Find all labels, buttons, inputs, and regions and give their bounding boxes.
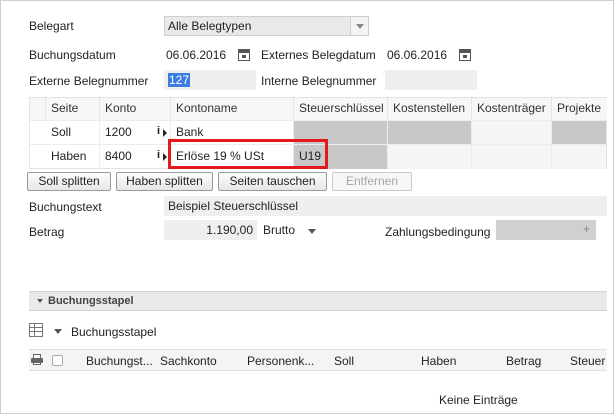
grid-header-kostentraeger: Kostenträger [472,98,552,120]
betrag-input[interactable]: 1.190,00 [164,220,257,240]
row-konto[interactable]: 1200 [100,121,171,145]
grid-view-icon[interactable] [29,323,43,337]
belegart-value: Alle Belegtypen [168,19,252,33]
betrag-label: Betrag [29,225,65,239]
caret-right-icon[interactable] [163,153,167,161]
col-sachkonto[interactable]: Sachkonto [160,354,217,368]
buchungstext-label: Buchungstext [29,200,102,214]
buchungsdatum-field[interactable]: 06.06.2016 [164,45,256,65]
seiten-tauschen-button[interactable]: Seiten tauschen [218,172,327,191]
externes-belegdatum-value: 06.06.2016 [387,48,448,62]
belegart-select[interactable]: Alle Belegtypen [164,16,369,36]
grid-header-steuerschluessel: Steuerschlüssel [294,98,388,120]
grid-header-kontoname: Kontoname [171,98,294,120]
row-projekte[interactable] [552,145,606,169]
zahlungsbedingung-select[interactable]: + [496,220,596,240]
externe-belegnummer-label: Externe Belegnummer [29,74,149,88]
entfernen-button[interactable]: Entfernen [332,172,412,191]
row-seite: Haben [46,145,100,169]
externe-belegnummer-input[interactable]: 127 [164,70,256,90]
betrag-value: 1.190,00 [206,223,253,237]
externe-belegnummer-value: 127 [168,73,191,87]
interne-belegnummer-input[interactable] [385,70,477,90]
calendar-icon[interactable] [459,49,471,61]
grid-header-konto: Konto [100,98,171,120]
dropdown-arrow-icon[interactable] [54,329,62,334]
booking-dialog: Belegart Alle Belegtypen Buchungsdatum 0… [0,0,614,414]
col-buchungstext[interactable]: Buchungst... [86,354,153,368]
belegart-label: Belegart [29,19,74,33]
betrag-mode-value: Brutto [263,223,296,237]
empty-state-text: Keine Einträge [439,393,518,407]
col-personenkonto[interactable]: Personenk... [247,354,314,368]
grid-header-spacer [30,98,46,120]
soll-splitten-button[interactable]: Soll splitten [27,172,111,191]
row-kostenstellen[interactable] [388,145,472,169]
info-icon[interactable]: i [157,149,160,161]
info-icon[interactable]: i [157,125,160,137]
grid-header-kostenstellen: Kostenstellen [388,98,472,120]
buchungstext-input[interactable]: Beispiel Steuerschlüssel [164,196,607,216]
row-kostentraeger[interactable] [472,121,552,145]
externes-belegdatum-label: Externes Belegdatum [261,48,376,62]
row-seite: Soll [46,121,100,145]
betrag-mode-select[interactable]: Brutto [262,220,322,240]
plus-icon[interactable]: + [583,222,590,236]
highlight-annotation [168,139,328,169]
haben-splitten-button[interactable]: Haben splitten [116,172,213,191]
row-projekte[interactable] [552,121,606,145]
collapse-icon[interactable] [37,299,43,303]
chevron-down-icon[interactable] [350,17,368,35]
row-kostenstellen[interactable] [388,121,472,145]
buchungstext-value: Beispiel Steuerschlüssel [168,199,299,213]
print-icon[interactable] [31,354,43,365]
buchungsstapel-panel-header[interactable]: Buchungsstapel [29,291,607,311]
col-soll[interactable]: Soll [334,354,354,368]
col-betrag[interactable]: Betrag [506,354,541,368]
grid-header-projekte: Projekte [552,98,607,120]
externes-belegdatum-field[interactable]: 06.06.2016 [385,45,477,65]
zahlungsbedingung-label: Zahlungsbedingung [385,225,491,239]
calendar-icon[interactable] [238,49,250,61]
buchungsdatum-label: Buchungsdatum [29,48,116,62]
chevron-down-icon[interactable] [308,229,316,234]
col-steuer[interactable]: Steuer [570,354,605,368]
stapel-list-header: Buchungst... Sachkonto Personenk... Soll… [29,349,607,371]
col-haben[interactable]: Haben [421,354,456,368]
select-all-checkbox[interactable] [52,355,63,366]
caret-right-icon[interactable] [163,129,167,137]
grid-header-seite: Seite [46,98,100,120]
buchungsdatum-value: 06.06.2016 [166,48,227,62]
row-kostentraeger[interactable] [472,145,552,169]
buchungsstapel-dropdown[interactable]: Buchungsstapel [71,325,156,339]
row-konto[interactable]: 8400 [100,145,171,169]
panel-title: Buchungsstapel [48,295,134,307]
interne-belegnummer-label: Interne Belegnummer [261,74,377,88]
